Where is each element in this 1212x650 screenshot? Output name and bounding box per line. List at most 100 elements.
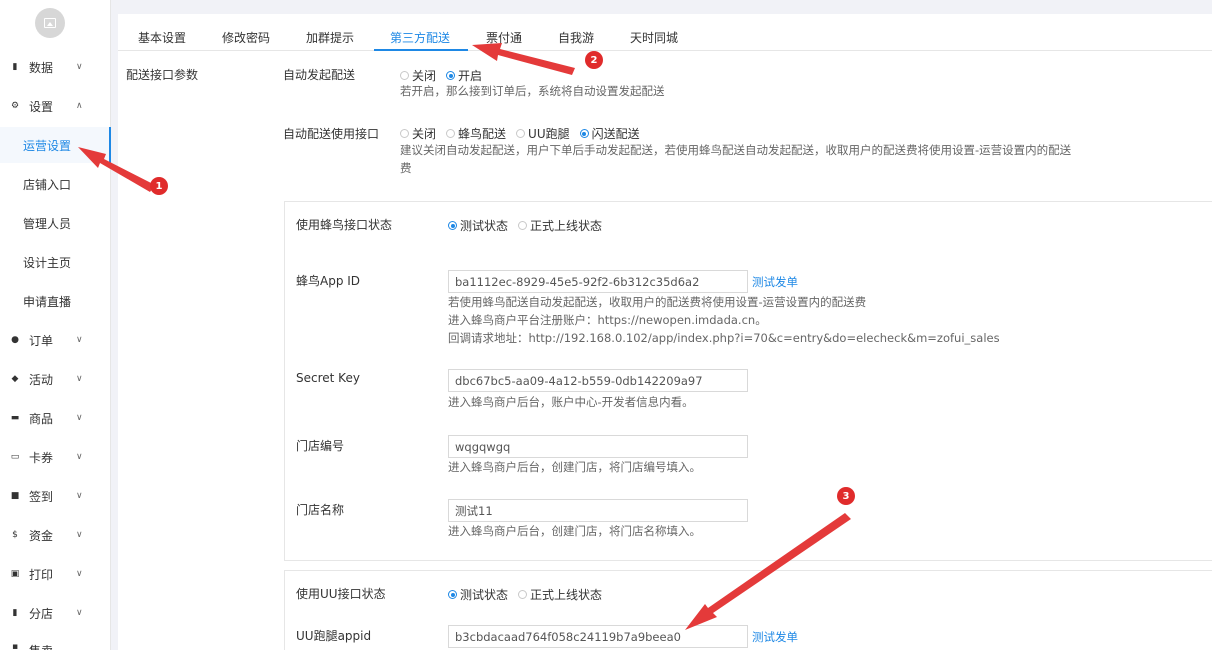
- fengniao-test-order-link[interactable]: 测试发单: [752, 274, 798, 290]
- fengniao-config-box: 使用蜂鸟接口状态 测试状态 正式上线状态 蜂鸟App ID ba1112ec-8…: [284, 201, 1212, 561]
- fengniao-status-label: 使用蜂鸟接口状态: [296, 218, 393, 232]
- interface-shansong-radio[interactable]: 闪送配送: [579, 125, 640, 142]
- sidebar-item-settings[interactable]: ⚙ 设置 ∧: [0, 88, 111, 124]
- radio-label: 关闭: [412, 127, 437, 141]
- store-name-label: 门店名称: [296, 503, 345, 517]
- fengniao-test-radio[interactable]: 测试状态: [448, 217, 508, 234]
- chevron-down-icon: ∨: [76, 569, 83, 579]
- gear-icon: ⚙: [10, 101, 20, 111]
- auto-interface-help-2: 费: [400, 161, 412, 175]
- sidebar-item-activity[interactable]: ◆ 活动 ∨: [0, 361, 111, 397]
- store-number-help: 进入蜂鸟商户后台，创建门店，将门店编号填入。: [448, 460, 701, 474]
- sidebar-item-label: 分店: [29, 606, 54, 621]
- sidebar-subitem-design-home[interactable]: 设计主页: [0, 244, 111, 280]
- radio-label: 开启: [458, 69, 483, 83]
- cube-icon: ■: [10, 491, 20, 501]
- interface-fengniao-radio[interactable]: 蜂鸟配送: [446, 125, 506, 142]
- sidebar-item-label: 设置: [29, 99, 54, 114]
- sidebar-item-label: 数据: [29, 60, 54, 75]
- interface-uu-radio[interactable]: UU跑腿: [516, 125, 570, 142]
- store-name-input[interactable]: 测试11: [448, 499, 748, 522]
- sidebar-item-goods[interactable]: ▬ 商品 ∨: [0, 400, 111, 436]
- active-tab-indicator: [374, 49, 468, 51]
- sidebar-subitem-apply-live[interactable]: 申请直播: [0, 283, 111, 319]
- sidebar-item-coupons[interactable]: ▭ 卡券 ∨: [0, 439, 111, 475]
- sidebar-item-funds[interactable]: $ 资金 ∨: [0, 517, 111, 553]
- section-label: 配送接口参数: [126, 68, 199, 82]
- main-panel: 基本设置 修改密码 加群提示 第三方配送 票付通 自我游 天时同城 配送接口参数…: [118, 14, 1212, 650]
- auto-interface-radio-group: 关闭 蜂鸟配送 UU跑腿 闪送配送: [400, 125, 650, 142]
- store-number-label: 门店编号: [296, 439, 345, 453]
- card-icon: ▭: [10, 452, 20, 462]
- sidebar-item-branch[interactable]: ▮ 分店 ∨: [0, 595, 111, 631]
- chevron-down-icon: ∨: [76, 374, 83, 384]
- auto-dispatch-on-radio[interactable]: 开启: [446, 67, 482, 84]
- radio-label: 正式上线状态: [530, 219, 603, 233]
- auto-dispatch-off-radio[interactable]: 关闭: [400, 67, 436, 84]
- sidebar-item-label: 售卖: [29, 642, 53, 650]
- annotation-badge-3: 3: [837, 487, 855, 505]
- chevron-down-icon: ∨: [76, 491, 83, 501]
- fengniao-appid-label: 蜂鸟App ID: [296, 274, 361, 288]
- tab-third-party-delivery[interactable]: 第三方配送: [390, 29, 450, 46]
- chevron-down-icon: ∨: [76, 452, 83, 462]
- fengniao-appid-help-1: 若使用蜂鸟配送自动发起配送，收取用户的配送费将使用设置-运营设置内的配送费: [448, 295, 867, 309]
- sidebar-item-label: 资金: [29, 528, 54, 543]
- sidebar-item-label: 订单: [29, 333, 54, 348]
- sidebar-subitem-operations[interactable]: 运营设置: [0, 127, 111, 163]
- basket-icon: ▬: [10, 413, 20, 423]
- sidebar: ▮ 数据 ∨ ⚙ 设置 ∧ 运营设置 店铺入口 管理人员 设计主页 申请直播 ●…: [0, 0, 111, 650]
- tab-change-password[interactable]: 修改密码: [222, 29, 270, 46]
- store-number-input[interactable]: wqgqwgq: [448, 435, 748, 458]
- secret-key-input[interactable]: dbc67bc5-aa09-4a12-b559-0db142209a97: [448, 369, 748, 392]
- chevron-down-icon: ∨: [76, 608, 83, 618]
- uu-status-label: 使用UU接口状态: [296, 587, 386, 601]
- sidebar-item-sale[interactable]: ▪ 售卖: [0, 632, 111, 650]
- uu-config-box: 使用UU接口状态 测试状态 正式上线状态 UU跑腿appid b3cbdacaa…: [284, 570, 1212, 650]
- sidebar-item-print[interactable]: ▣ 打印 ∨: [0, 556, 111, 592]
- bar-chart-icon: ▮: [12, 62, 18, 72]
- auto-interface-help-1: 建议关闭自动发起配送，用户下单后手动发起配送，若使用蜂鸟配送自动发起配送，收取用…: [400, 143, 1072, 157]
- chevron-down-icon: ∨: [76, 413, 83, 423]
- secret-key-help: 进入蜂鸟商户后台，账户中心-开发者信息内看。: [448, 395, 694, 409]
- bar-chart-icon: ▮: [12, 608, 18, 618]
- tab-tianshi-city[interactable]: 天时同城: [630, 29, 678, 46]
- sidebar-item-label: 商品: [29, 411, 54, 426]
- tab-bar: 基本设置 修改密码 加群提示 第三方配送 票付通 自我游 天时同城: [118, 14, 1212, 51]
- interface-off-radio[interactable]: 关闭: [400, 125, 436, 142]
- tab-group-tip[interactable]: 加群提示: [306, 29, 354, 46]
- image-icon: [44, 18, 56, 28]
- sidebar-item-label: 打印: [29, 567, 54, 582]
- sidebar-item-label: 签到: [29, 489, 54, 504]
- fengniao-live-radio[interactable]: 正式上线状态: [518, 217, 602, 234]
- secret-key-label: Secret Key: [296, 371, 360, 385]
- store-name-help: 进入蜂鸟商户后台，创建门店，将门店名称填入。: [448, 524, 701, 538]
- radio-label: 关闭: [412, 69, 437, 83]
- sidebar-item-orders[interactable]: ● 订单 ∨: [0, 322, 111, 358]
- uu-appid-input[interactable]: b3cbdacaad764f058c24119b7a9beea0: [448, 625, 748, 648]
- tab-basic-settings[interactable]: 基本设置: [138, 29, 186, 46]
- tab-self-tour[interactable]: 自我游: [558, 29, 594, 46]
- chevron-up-icon: ∧: [76, 101, 83, 111]
- radio-label: UU跑腿: [528, 127, 570, 141]
- dollar-icon: $: [12, 530, 18, 540]
- sidebar-item-data[interactable]: ▮ 数据 ∨: [0, 49, 111, 85]
- chevron-down-icon: ∨: [76, 335, 83, 345]
- sidebar-subitem-store-entry[interactable]: 店铺入口: [0, 166, 111, 202]
- tag-icon: ◆: [11, 374, 19, 384]
- uu-test-order-link[interactable]: 测试发单: [752, 629, 798, 645]
- uu-test-radio[interactable]: 测试状态: [448, 586, 508, 603]
- sidebar-item-label: 活动: [29, 372, 54, 387]
- fengniao-status-radio-group: 测试状态 正式上线状态: [448, 217, 612, 234]
- radio-label: 闪送配送: [591, 127, 640, 141]
- uu-live-radio[interactable]: 正式上线状态: [518, 586, 602, 603]
- fengniao-appid-input[interactable]: ba1112ec-8929-45e5-92f2-6b312c35d6a2: [448, 270, 748, 293]
- auto-dispatch-help: 若开启，那么接到订单后，系统将自动设置发起配送: [400, 84, 665, 98]
- uu-appid-label: UU跑腿appid: [296, 629, 372, 643]
- sidebar-subitem-admins[interactable]: 管理人员: [0, 205, 111, 241]
- tab-piaofutong[interactable]: 票付通: [486, 29, 522, 46]
- auto-interface-label: 自动配送使用接口: [283, 127, 380, 141]
- avatar[interactable]: [35, 8, 65, 38]
- sidebar-item-checkin[interactable]: ■ 签到 ∨: [0, 478, 111, 514]
- sale-icon: ▪: [11, 642, 19, 650]
